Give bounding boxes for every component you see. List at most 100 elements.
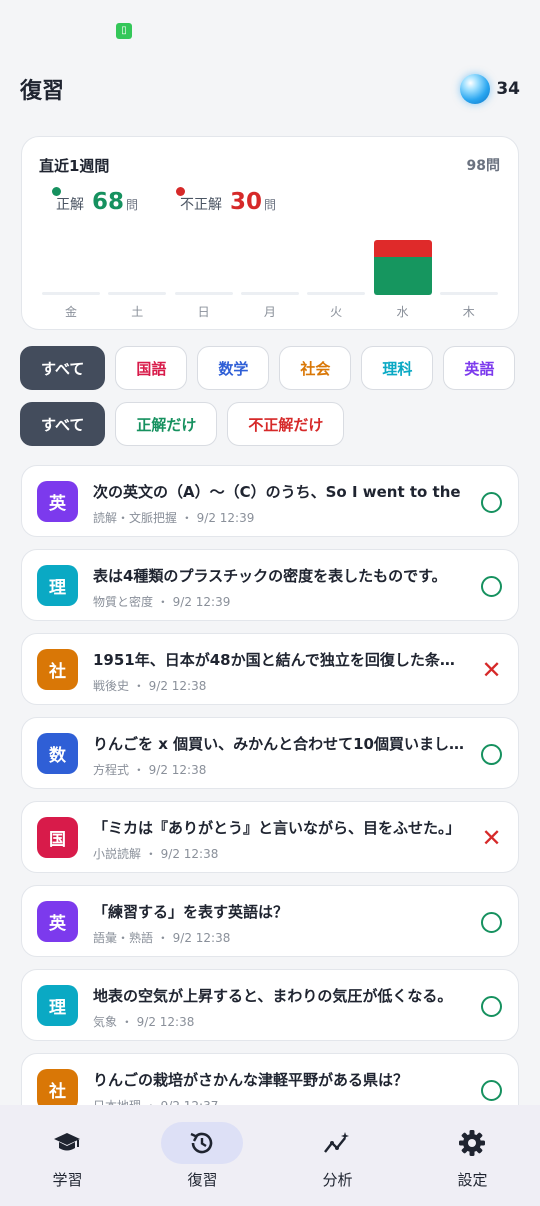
- result-filter-chip-0[interactable]: すべて: [20, 402, 106, 446]
- correct-stat: 正解 68 問: [52, 187, 138, 215]
- question-date: 9/2 12:39: [172, 595, 231, 609]
- subject-filter-chip-4[interactable]: 理科: [361, 346, 434, 390]
- crystal-orb-icon: [460, 74, 491, 104]
- chart-day-label: 火: [330, 305, 343, 319]
- nav-tab-settings[interactable]: 設定: [405, 1105, 540, 1206]
- question-text: 「ミカは『ありがとう』と言いながら、目をふせた。」: [93, 819, 461, 837]
- subject-filter-chip-1[interactable]: 国語: [115, 346, 188, 390]
- question-topic: 戦後史: [93, 679, 130, 693]
- question-meta: 気象 ・ 9/2 12:38: [93, 1013, 194, 1030]
- subject-badge: 数: [37, 733, 78, 774]
- meta-separator: ・: [177, 511, 197, 525]
- meta-separator: ・: [153, 931, 173, 945]
- chart-column: [240, 233, 299, 295]
- chart-baseline: [42, 292, 100, 295]
- wrong-label: 不正解: [180, 197, 222, 213]
- subject-badge: 理: [37, 565, 78, 606]
- correct-circle-icon: [481, 492, 502, 513]
- chart-baseline: [439, 292, 498, 295]
- question-topic: 小説読解: [93, 847, 142, 861]
- question-date: 9/2 12:38: [160, 847, 219, 861]
- question-card[interactable]: 社りんごの栽培がさかんな津軽平野がある県は？ 日本地理 ・ 9/2 12:37: [21, 1053, 519, 1105]
- subject-filter-chip-3[interactable]: 社会: [279, 346, 352, 390]
- nav-tab-analytics[interactable]: 分析: [270, 1105, 405, 1206]
- chart-bar-correct: [373, 257, 432, 295]
- question-meta: 戦後史 ・ 9/2 12:38: [93, 677, 206, 694]
- result-filter-chip-1[interactable]: 正解だけ: [115, 402, 218, 446]
- weekly-summary-card: 直近1週間 98問 正解 68 問 不正解 30 問 金 土 日 月 火 水 木: [21, 136, 519, 330]
- question-card[interactable]: 社 1951年、日本が48か国と結んで独立を回復した条約は？ 戦後史 ・ 9/2 1…: [21, 633, 519, 705]
- history-icon: [190, 1132, 213, 1154]
- nav-label: 設定: [457, 1171, 488, 1189]
- chart-column: [42, 233, 100, 295]
- question-meta: 読解・文脈把握 ・ 9/2 12:39: [93, 509, 254, 526]
- chart-baseline: [240, 292, 299, 295]
- subject-filter-chip-0[interactable]: すべて: [20, 346, 106, 390]
- correct-circle-icon: [481, 1080, 502, 1101]
- correct-circle-icon: [481, 744, 502, 765]
- chart-baseline: [108, 292, 167, 295]
- chart-column: [373, 233, 432, 295]
- wrong-cross-icon: ✕: [481, 656, 502, 684]
- question-text: 「練習する」を表す英語は？: [93, 903, 289, 921]
- question-date: 9/2 12:38: [148, 679, 207, 693]
- nav-label: 分析: [322, 1171, 353, 1189]
- chart-day-label: 月: [263, 305, 276, 319]
- analytics-icon: [324, 1132, 349, 1153]
- chart-day-label: 日: [197, 305, 210, 319]
- status-bar: ▯: [0, 0, 540, 62]
- correct-circle-icon: [481, 576, 502, 597]
- chart-day-label: 金: [64, 305, 77, 319]
- question-meta: 方程式 ・ 9/2 12:38: [93, 761, 206, 778]
- header: 復習 34: [20, 74, 520, 110]
- question-card[interactable]: 理地表の空気が上昇すると、まわりの気圧が低くなる。 気象 ・ 9/2 12:38: [21, 969, 519, 1041]
- question-text: りんごの栽培がさかんな津軽平野がある県は？: [93, 1071, 409, 1089]
- question-text: りんごを x 個買い、みかんと合わせて10個買いました。: [93, 735, 467, 753]
- question-text: 表は4種類のプラスチックの密度を表したものです。: [93, 567, 447, 585]
- question-meta: 日本地理 ・ 9/2 12:37: [93, 1097, 218, 1105]
- subject-badge: 英: [37, 901, 78, 942]
- question-date: 9/2 12:39: [196, 511, 255, 525]
- question-card[interactable]: 数りんごを x 個買い、みかんと合わせて10個買いました。 方程式 ・ 9/2 1…: [21, 717, 519, 789]
- summary-title: 直近1週間: [39, 157, 110, 175]
- result-filter-chip-2[interactable]: 不正解だけ: [227, 402, 345, 446]
- subject-badge: 理: [37, 985, 78, 1026]
- subject-badge: 社: [37, 1069, 78, 1105]
- question-card[interactable]: 理表は4種類のプラスチックの密度を表したものです。 物質と密度 ・ 9/2 12:…: [21, 549, 519, 621]
- chart-bar-wrong: [373, 240, 432, 257]
- nav-label: 復習: [187, 1171, 218, 1189]
- question-card[interactable]: 英「練習する」を表す英語は？ 語彙・熟語 ・ 9/2 12:38: [21, 885, 519, 957]
- question-topic: 気象: [93, 1015, 118, 1029]
- subject-badge: 国: [37, 817, 78, 858]
- question-topic: 語彙・熟語: [93, 931, 154, 945]
- coin-count: 34: [496, 79, 520, 99]
- gear-icon: [459, 1130, 485, 1156]
- question-meta: 小説読解 ・ 9/2 12:38: [93, 845, 218, 862]
- question-list[interactable]: 英 次の英文の（A）〜（C）のうち、So I went to the 読解・文脈把握…: [21, 465, 519, 1105]
- question-card[interactable]: 英次の英文の（A）〜（C）のうち、So I went to the 読解・文脈把握…: [21, 465, 519, 537]
- chart-column: [174, 233, 233, 295]
- correct-circle-icon: [481, 912, 502, 933]
- question-card[interactable]: 国「ミカは『ありがとう』と言いながら、目をふせた。」 小説読解 ・ 9/2 12:…: [21, 801, 519, 873]
- question-date: 9/2 12:38: [148, 763, 207, 777]
- bottom-nav: 学習 復習 分析 設定: [0, 1105, 540, 1206]
- result-filter-row: すべて 正解だけ 不正解だけ: [20, 402, 345, 446]
- subject-filter-chip-5[interactable]: 英語: [443, 346, 516, 390]
- wrong-stat: 不正解 30 問: [176, 187, 277, 215]
- question-text: 1951年、日本が48か国と結んで独立を回復した条約は？: [93, 651, 467, 669]
- meta-separator: ・: [129, 679, 149, 693]
- nav-tab-review[interactable]: 復習: [135, 1105, 270, 1206]
- chart-day-label: 水: [396, 305, 409, 319]
- question-text: 次の英文の（A）〜（C）のうち、So I went to the: [93, 483, 461, 501]
- subject-filter-chip-2[interactable]: 数学: [197, 346, 270, 390]
- wrong-unit: 問: [264, 198, 277, 212]
- correct-dot-icon: [52, 187, 61, 196]
- summary-total: 98問: [466, 158, 500, 174]
- nav-tab-study[interactable]: 学習: [0, 1105, 135, 1206]
- app-notification-icon: ▯: [116, 23, 132, 39]
- meta-separator: ・: [117, 1015, 137, 1029]
- chart-column: [307, 233, 366, 295]
- coin-counter[interactable]: 34: [460, 74, 520, 104]
- chart-column: [108, 233, 167, 295]
- question-topic: 方程式: [93, 763, 130, 777]
